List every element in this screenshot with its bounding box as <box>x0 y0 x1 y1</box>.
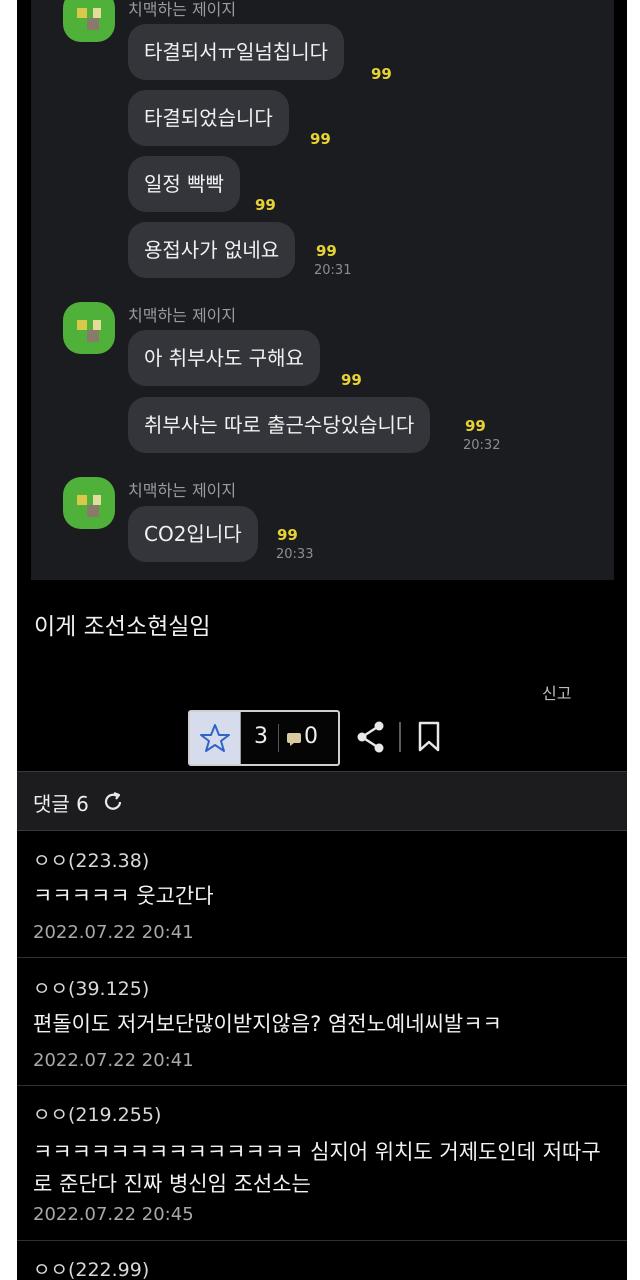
unread-badge: 99 <box>465 417 486 435</box>
message-bubble: CO2입니다 <box>128 506 258 562</box>
unread-badge: 99 <box>341 371 362 389</box>
avatar <box>63 0 115 42</box>
message-time: 20:33 <box>276 547 314 562</box>
unread-badge: 99 <box>371 65 392 83</box>
report-link[interactable]: 신고 <box>542 680 571 704</box>
recommend-count: 3 <box>254 724 268 749</box>
comment-text: ㅋㅋㅋㅋㅋ 웃고간다 <box>33 884 214 908</box>
comment-date: 2022.07.22 20:41 <box>33 1050 194 1071</box>
message-bubble: 타결되서ㅠ일넘칩니다 <box>128 24 344 80</box>
comment-text: ㅋㅋㅋㅋㅋㅋㅋㅋㅋㅋㅋㅋㅋㅋ 심지어 위치도 거제도인데 저따구로 준단다 진짜… <box>33 1140 601 1196</box>
message-time: 20:31 <box>314 263 352 278</box>
comment-author: ㅇㅇ(223.38) <box>33 850 150 872</box>
comment-item: ㅇㅇ(222.99) <box>17 1241 627 1280</box>
divider <box>278 724 279 752</box>
recommend-button[interactable] <box>190 712 241 764</box>
chat-screenshot: 치맥하는 제이지 타결되서ㅠ일넘칩니다 99 타결되었습니다 99 일정 빡빡 … <box>31 0 614 580</box>
unread-badge: 99 <box>277 526 298 544</box>
comment-author: ㅇㅇ(222.99) <box>33 1259 150 1280</box>
unread-badge: 99 <box>310 130 331 148</box>
sender-name: 치맥하는 제이지 <box>128 306 237 325</box>
post-body-text: 이게 조선소현실임 <box>34 614 211 640</box>
avatar <box>63 477 115 529</box>
share-icon[interactable] <box>355 720 387 754</box>
comment-date: 2022.07.22 20:41 <box>33 922 194 943</box>
comment-author: ㅇㅇ(39.125) <box>33 978 150 1000</box>
action-divider <box>399 722 401 752</box>
message-bubble: 아 취부사도 구해요 <box>128 330 320 386</box>
unread-badge: 99 <box>316 242 337 260</box>
comment-item: ㅇㅇ(219.255) ㅋㅋㅋㅋㅋㅋㅋㅋㅋㅋㅋㅋㅋㅋ 심지어 위치도 거제도인데… <box>17 1086 627 1241</box>
message-bubble: 일정 빡빡 <box>128 156 240 212</box>
message-bubble: 용접사가 없네요 <box>128 222 296 278</box>
star-icon <box>200 724 230 752</box>
message-time: 20:32 <box>463 438 501 453</box>
sender-name: 치맥하는 제이지 <box>128 481 237 500</box>
comments-count-label: 댓글 6 <box>33 792 89 816</box>
comment-count: 0 <box>304 724 318 749</box>
message-bubble: 취부사는 따로 출근수당있습니다 <box>128 397 431 453</box>
comment-icon <box>287 733 301 746</box>
recommend-box: 3 0 <box>188 710 340 766</box>
comment-item: ㅇㅇ(39.125) 편돌이도 저거보단많이받지않음? 염전노예네씨발ㅋㅋ 20… <box>17 958 627 1086</box>
message-bubble: 타결되었습니다 <box>128 90 289 146</box>
comment-text: 편돌이도 저거보단많이받지않음? 염전노예네씨발ㅋㅋ <box>33 1012 502 1036</box>
bookmark-icon[interactable] <box>417 721 441 753</box>
unread-badge: 99 <box>255 196 276 214</box>
comment-item: ㅇㅇ(223.38) ㅋㅋㅋㅋㅋ 웃고간다 2022.07.22 20:41 <box>17 830 627 958</box>
sender-name: 치맥하는 제이지 <box>128 0 237 19</box>
refresh-icon[interactable] <box>101 790 125 814</box>
app-frame: 치맥하는 제이지 타결되서ㅠ일넘칩니다 99 타결되었습니다 99 일정 빡빡 … <box>17 0 627 1280</box>
comments-header: 댓글 6 <box>17 771 627 831</box>
comment-author: ㅇㅇ(219.255) <box>33 1104 162 1126</box>
comment-date: 2022.07.22 20:45 <box>33 1204 194 1225</box>
avatar <box>63 302 115 354</box>
